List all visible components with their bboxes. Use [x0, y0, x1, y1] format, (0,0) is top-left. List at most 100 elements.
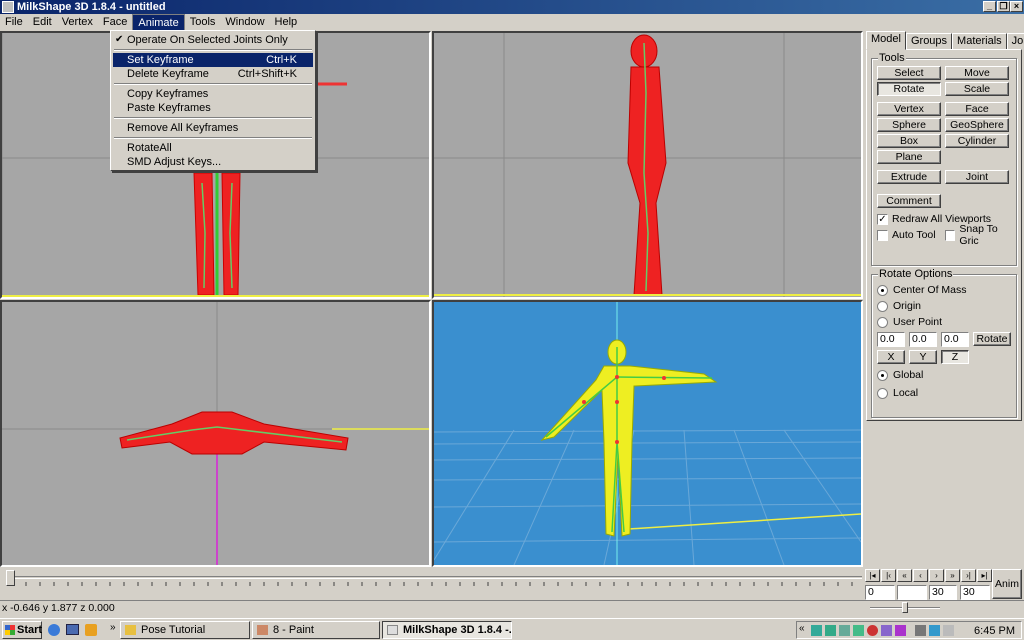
last-frame-button[interactable]: ▸|	[977, 569, 992, 582]
current-frame-input[interactable]: 0	[865, 585, 895, 600]
tray-icon-network[interactable]	[811, 625, 822, 636]
center-of-mass-radio[interactable]: Center Of Mass	[877, 283, 967, 297]
frame-blank-input[interactable]	[897, 585, 927, 600]
tab-joints[interactable]: Joints	[1006, 33, 1024, 50]
global-radio[interactable]: Global	[877, 368, 923, 382]
rotate-options-title: Rotate Options	[878, 268, 954, 280]
timeline-slider-thumb[interactable]	[6, 570, 15, 586]
perspective-view-canvas	[434, 302, 861, 565]
tray-icon-monitor[interactable]	[853, 625, 864, 636]
user-point-radio[interactable]: User Point	[877, 315, 942, 329]
snap-to-grid-checkbox[interactable]: Snap To Gric	[945, 223, 1016, 247]
tab-model[interactable]: Model	[866, 31, 906, 50]
plane-button[interactable]: Plane	[877, 150, 941, 164]
rotate-z-input[interactable]: 0.0	[941, 332, 969, 347]
local-radio[interactable]: Local	[877, 386, 918, 400]
rotate-x-input[interactable]: 0.0	[877, 332, 905, 347]
rotate-apply-button[interactable]: Rotate	[973, 332, 1011, 346]
auto-tool-checkbox[interactable]: Auto Tool	[877, 228, 936, 242]
next-key-button[interactable]: ›|	[961, 569, 976, 582]
quicklaunch-chevron-icon[interactable]: »	[110, 622, 116, 633]
restore-button[interactable]: ❐	[997, 1, 1010, 12]
tray-icon-media[interactable]	[881, 625, 892, 636]
volume-icon[interactable]	[943, 625, 954, 636]
start-frame-input[interactable]: 30	[929, 585, 957, 600]
media-player-icon[interactable]	[85, 624, 97, 636]
rewind-button[interactable]: «	[897, 569, 912, 582]
menu-item-smd-adjust-keys[interactable]: SMD Adjust Keys...	[113, 155, 313, 169]
minimize-button[interactable]: _	[983, 1, 996, 12]
axis-z-button[interactable]: Z	[941, 350, 969, 364]
prev-key-button[interactable]: |‹	[881, 569, 896, 582]
cylinder-button[interactable]: Cylinder	[945, 134, 1009, 148]
tray-icon-usb[interactable]	[915, 625, 926, 636]
extrude-button[interactable]: Extrude	[877, 170, 941, 184]
title-bar: MilkShape 3D 1.8.4 - untitled _ ❐ ×	[0, 0, 1024, 14]
axis-x-button[interactable]: X	[877, 350, 905, 364]
menu-item-operate-selected-joints[interactable]: ✔ Operate On Selected Joints Only	[113, 33, 313, 47]
geosphere-button[interactable]: GeoSphere	[945, 118, 1009, 132]
menu-item-rotate-all[interactable]: RotateAll	[113, 141, 313, 155]
timeline-ticks	[11, 582, 853, 586]
origin-radio[interactable]: Origin	[877, 299, 921, 313]
axis-y-button[interactable]: Y	[909, 350, 937, 364]
rotate-tool-button[interactable]: Rotate	[877, 82, 941, 96]
viewport-side[interactable]	[432, 31, 863, 299]
rotate-y-input[interactable]: 0.0	[909, 332, 937, 347]
menu-file[interactable]: File	[0, 14, 28, 30]
speed-slider-thumb[interactable]	[902, 602, 908, 613]
radio-dot	[877, 387, 888, 399]
scale-button[interactable]: Scale	[945, 82, 1009, 96]
face-button[interactable]: Face	[945, 102, 1009, 116]
menu-item-paste-keyframes[interactable]: Paste Keyframes	[113, 101, 313, 115]
menu-item-remove-all-keyframes[interactable]: Remove All Keyframes	[113, 121, 313, 135]
sphere-button[interactable]: Sphere	[877, 118, 941, 132]
ie-icon[interactable]	[48, 624, 60, 636]
next-frame-button[interactable]: ›	[929, 569, 944, 582]
menu-tools[interactable]: Tools	[185, 14, 221, 30]
viewport-top[interactable]	[0, 300, 431, 567]
desktop-icon[interactable]	[66, 624, 79, 635]
radio-dot	[877, 300, 888, 312]
close-button[interactable]: ×	[1010, 1, 1023, 12]
tools-group: Tools Select Move Rotate Scale Vertex Fa…	[871, 52, 1017, 266]
move-button[interactable]: Move	[945, 66, 1009, 80]
comment-button[interactable]: Comment	[877, 194, 941, 208]
tab-materials[interactable]: Materials	[952, 33, 1007, 50]
menu-item-set-keyframe[interactable]: Set Keyframe Ctrl+K	[113, 53, 313, 67]
first-frame-button[interactable]: |◂	[865, 569, 880, 582]
joint-button[interactable]: Joint	[945, 170, 1009, 184]
menu-animate[interactable]: Animate	[132, 14, 185, 30]
tray-icon-player[interactable]	[895, 625, 906, 636]
menu-help[interactable]: Help	[270, 14, 303, 30]
menu-edit[interactable]: Edit	[28, 14, 57, 30]
anim-mode-button[interactable]: Anim	[992, 569, 1022, 599]
menu-window[interactable]: Window	[220, 14, 269, 30]
menu-item-delete-keyframe[interactable]: Delete Keyframe Ctrl+Shift+K	[113, 67, 313, 81]
tray-icon-sync[interactable]	[839, 625, 850, 636]
forward-button[interactable]: »	[945, 569, 960, 582]
start-button[interactable]: Start	[2, 621, 42, 639]
task-pose-tutorial[interactable]: Pose Tutorial	[120, 621, 250, 639]
task-paint[interactable]: 8 - Paint	[252, 621, 380, 639]
select-button[interactable]: Select	[877, 66, 941, 80]
box-button[interactable]: Box	[877, 134, 941, 148]
tray-icon-app[interactable]	[825, 625, 836, 636]
animation-timeline[interactable]	[0, 567, 864, 599]
folder-icon	[125, 625, 136, 635]
tray-icon-alert[interactable]	[867, 625, 878, 636]
paint-icon	[257, 625, 268, 635]
menu-item-copy-keyframes[interactable]: Copy Keyframes	[113, 87, 313, 101]
menu-face[interactable]: Face	[98, 14, 132, 30]
total-frames-input[interactable]: 30	[960, 585, 990, 600]
radio-dot	[877, 369, 888, 381]
panel-tabs: Model Groups Materials Joints	[866, 31, 1024, 50]
tab-groups[interactable]: Groups	[905, 33, 953, 50]
vertex-button[interactable]: Vertex	[877, 102, 941, 116]
tray-icon-display[interactable]	[929, 625, 940, 636]
viewport-3d[interactable]	[432, 300, 863, 567]
menu-vertex[interactable]: Vertex	[57, 14, 98, 30]
task-milkshape[interactable]: MilkShape 3D 1.8.4 -...	[382, 621, 512, 639]
prev-frame-button[interactable]: ‹	[913, 569, 928, 582]
tray-chevron-icon[interactable]: «	[799, 623, 805, 634]
